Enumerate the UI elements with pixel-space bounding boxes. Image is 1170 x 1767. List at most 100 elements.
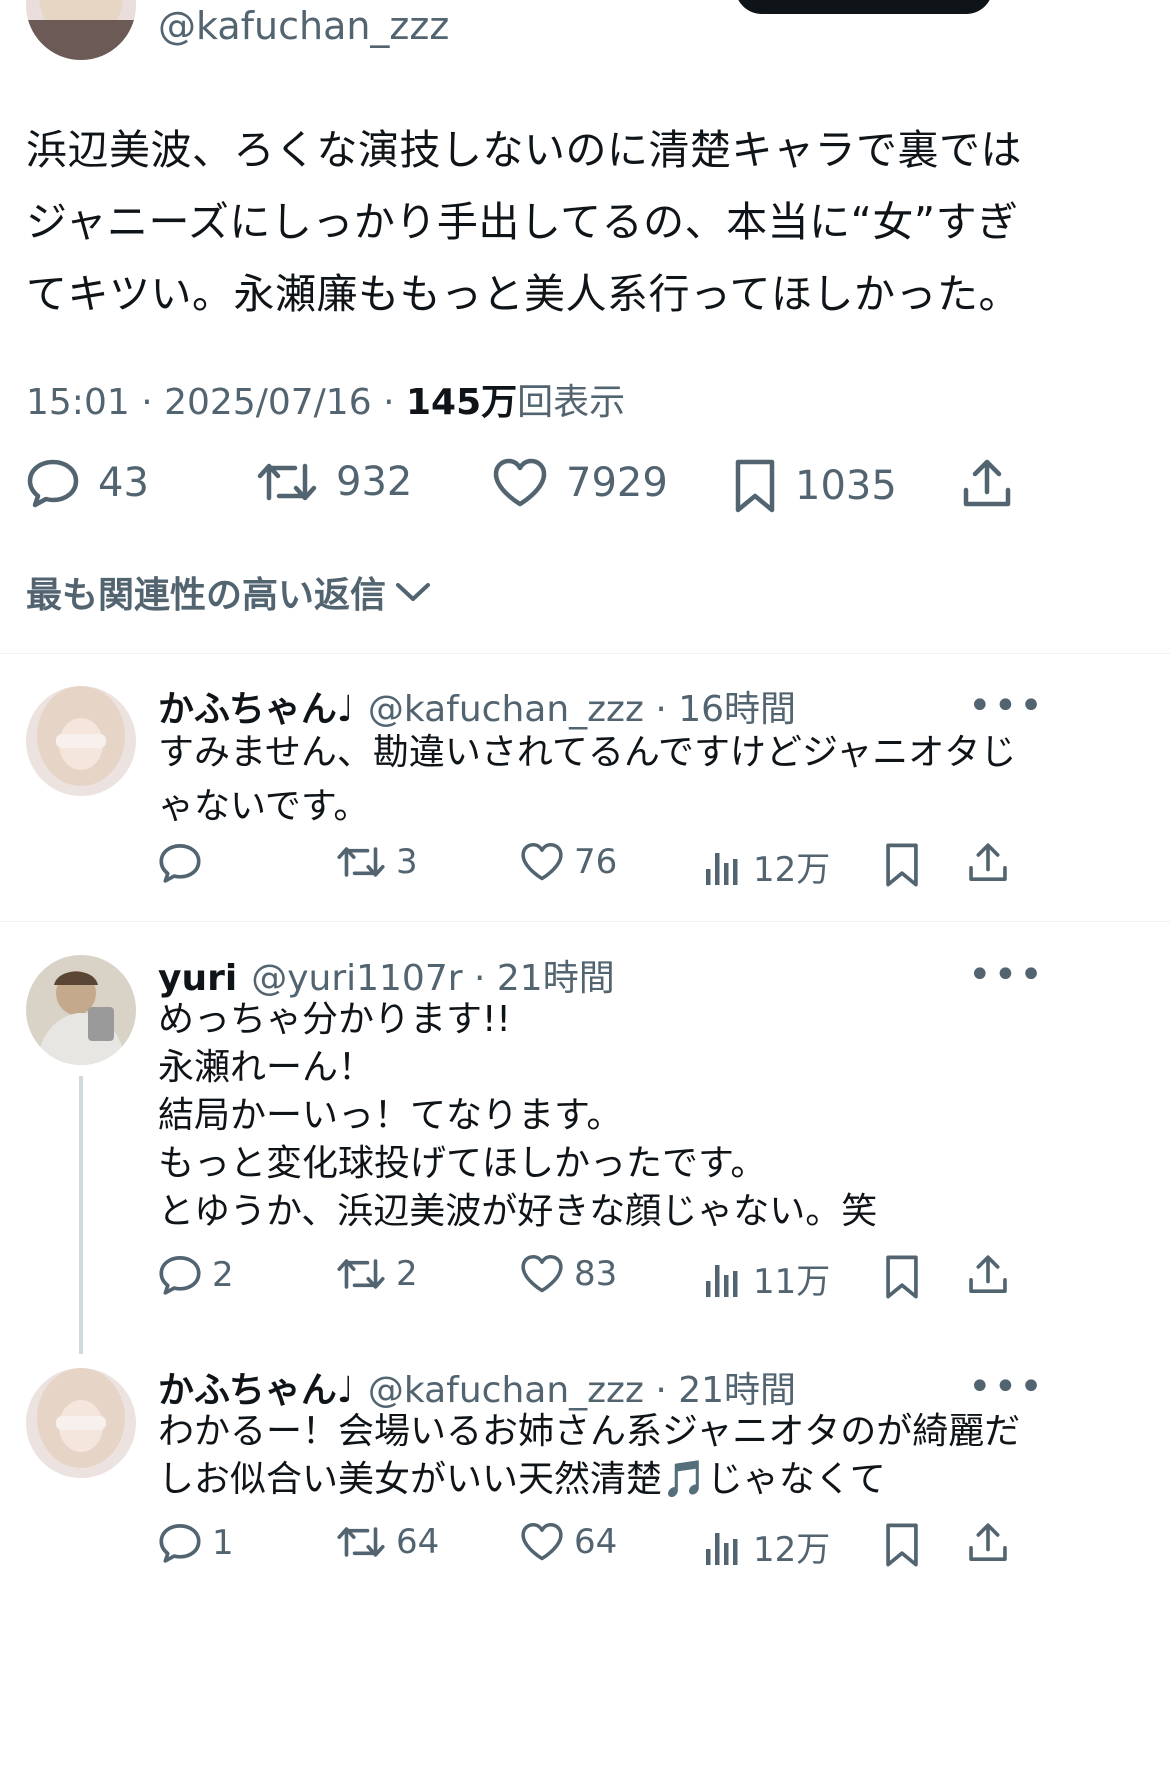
views-count: 145万 — [405, 382, 518, 423]
more-options-icon[interactable]: ••• — [968, 952, 1045, 998]
post-time[interactable]: 15:01 — [26, 382, 130, 423]
reply-icon — [158, 1522, 202, 1564]
meta-separator: · — [141, 382, 153, 423]
heart-icon — [520, 842, 564, 882]
reply-action[interactable]: 2 — [158, 1254, 234, 1296]
repost-action[interactable]: 2 — [336, 1254, 418, 1294]
like-count: 76 — [574, 842, 618, 882]
reply-text-line: 永瀬れーん！ — [158, 1047, 375, 1088]
reply-handle[interactable]: @kafuchan_zzz — [368, 689, 644, 730]
reply-avatar[interactable] — [26, 1368, 136, 1478]
divider — [0, 653, 1170, 654]
like-action[interactable]: 7929 — [492, 458, 668, 508]
views-count: 12万 — [753, 1530, 831, 1570]
reply-count: 2 — [212, 1255, 234, 1295]
reply-time[interactable]: 21時間 — [497, 958, 615, 999]
like-count: 64 — [574, 1522, 618, 1562]
reply-time[interactable]: 16時間 — [678, 689, 796, 730]
repost-count: 3 — [396, 842, 418, 882]
reply-text: わかるー！会場いるお姉さん系ジャニオタのが綺麗だ しお似合い美女がいい天然清楚🎵… — [158, 1408, 1148, 1504]
post-text: 浜辺美波、ろくな演技しないのに清楚キャラで裏では ジャニーズにしっかり手出してる… — [26, 114, 1146, 330]
repost-action[interactable]: 932 — [256, 458, 412, 506]
share-icon[interactable] — [960, 458, 1014, 510]
repost-action[interactable]: 3 — [336, 842, 418, 882]
follow-button[interactable] — [735, 0, 993, 14]
reply-text-line: めっちゃ分かります!! — [158, 999, 511, 1040]
bookmark-icon[interactable] — [884, 842, 920, 888]
views-count: 11万 — [753, 1262, 831, 1302]
reply-text-line: しお似合い美女がいい天然清楚🎵じゃなくて — [158, 1459, 886, 1500]
reply-display-name[interactable]: かふちゃん♩ — [158, 1370, 354, 1411]
reply-handle[interactable]: @kafuchan_zzz — [368, 1370, 644, 1411]
reply-handle[interactable]: @yuri1107r — [251, 958, 462, 999]
like-action[interactable]: 83 — [520, 1254, 617, 1294]
analytics-icon — [703, 1527, 743, 1567]
bookmark-icon — [733, 458, 777, 514]
reply-sort-selector[interactable]: 最も関連性の高い返信 — [26, 566, 432, 618]
repost-count: 64 — [396, 1522, 440, 1562]
analytics-icon — [703, 847, 743, 887]
bookmark-action[interactable]: 1035 — [733, 458, 897, 514]
reply-icon — [158, 842, 202, 884]
bookmark-icon[interactable] — [884, 1254, 920, 1300]
post-date[interactable]: 2025/07/16 — [164, 382, 372, 423]
repost-icon — [336, 1522, 386, 1562]
share-icon[interactable] — [966, 842, 1010, 884]
like-action[interactable]: 76 — [520, 842, 617, 882]
reply-text-line: もっと変化球投げてほしかったです。 — [158, 1143, 767, 1184]
views-action[interactable]: 12万 — [703, 842, 830, 891]
author-avatar[interactable] — [26, 0, 136, 60]
reply-header: かふちゃん♩ @kafuchan_zzz · 16時間 — [158, 680, 796, 732]
repost-action[interactable]: 64 — [336, 1522, 439, 1562]
post-meta: 15:01 · 2025/07/16 · 145万回表示 — [26, 373, 625, 425]
reply-display-name[interactable]: かふちゃん♩ — [158, 689, 354, 730]
reply-display-name[interactable]: yuri — [158, 958, 237, 999]
views-action[interactable]: 11万 — [703, 1254, 830, 1303]
reply-avatar[interactable] — [26, 955, 136, 1065]
views-action[interactable]: 12万 — [703, 1522, 830, 1571]
heart-icon — [492, 458, 548, 508]
repost-icon — [336, 1254, 386, 1294]
post-text-line: てキツい。永瀬廉ももっと美人系行ってほしかった。 — [26, 270, 1020, 318]
reply-count: 1 — [212, 1523, 234, 1563]
reply-time[interactable]: 21時間 — [678, 1370, 796, 1411]
repost-count: 2 — [396, 1254, 418, 1294]
author-handle[interactable]: @kafuchan_zzz — [158, 4, 449, 48]
reply-text-line: すみません、勘違いされてるんですけどジャニオタじ — [158, 732, 1017, 773]
repost-icon — [336, 842, 386, 882]
reply-action[interactable]: 43 — [26, 458, 149, 508]
divider — [0, 921, 1170, 922]
thread-connector — [79, 1076, 83, 1354]
analytics-icon — [703, 1259, 743, 1299]
reply-action[interactable] — [158, 842, 212, 884]
like-count: 83 — [574, 1254, 618, 1294]
dot-separator: · — [474, 958, 486, 999]
sort-label: 最も関連性の高い返信 — [26, 575, 387, 616]
reply-icon — [26, 458, 80, 508]
reply-header: yuri @yuri1107r · 21時間 — [158, 949, 615, 1001]
reply-avatar[interactable] — [26, 686, 136, 796]
more-options-icon[interactable]: ••• — [968, 1364, 1045, 1410]
share-icon[interactable] — [966, 1254, 1010, 1296]
chevron-down-icon — [394, 579, 432, 605]
like-count: 7929 — [566, 460, 668, 506]
reply-header: かふちゃん♩ @kafuchan_zzz · 21時間 — [158, 1361, 796, 1413]
bookmark-count: 1035 — [795, 463, 897, 509]
reply-text-line: 結局かーいっ！てなります。 — [158, 1095, 623, 1136]
meta-separator: · — [383, 382, 395, 423]
views-count: 12万 — [753, 850, 831, 890]
heart-icon — [520, 1522, 564, 1562]
reply-text-line: ゃないです。 — [158, 786, 370, 827]
reply-text-line: わかるー！会場いるお姉さん系ジャニオタのが綺麗だ — [158, 1411, 1021, 1452]
bookmark-icon[interactable] — [884, 1522, 920, 1568]
dot-separator: · — [655, 689, 667, 730]
post-text-line: 浜辺美波、ろくな演技しないのに清楚キャラで裏では — [26, 126, 1022, 174]
reply-action[interactable]: 1 — [158, 1522, 234, 1564]
like-action[interactable]: 64 — [520, 1522, 617, 1562]
reply-text-line: とゆうか、浜辺美波が好きな顔じゃない。笑 — [158, 1191, 878, 1232]
reply-icon — [158, 1254, 202, 1296]
reply-text: すみません、勘違いされてるんですけどジャニオタじ ゃないです。 — [158, 726, 1148, 834]
more-options-icon[interactable]: ••• — [968, 683, 1045, 729]
dot-separator: · — [655, 1370, 667, 1411]
share-icon[interactable] — [966, 1522, 1010, 1564]
